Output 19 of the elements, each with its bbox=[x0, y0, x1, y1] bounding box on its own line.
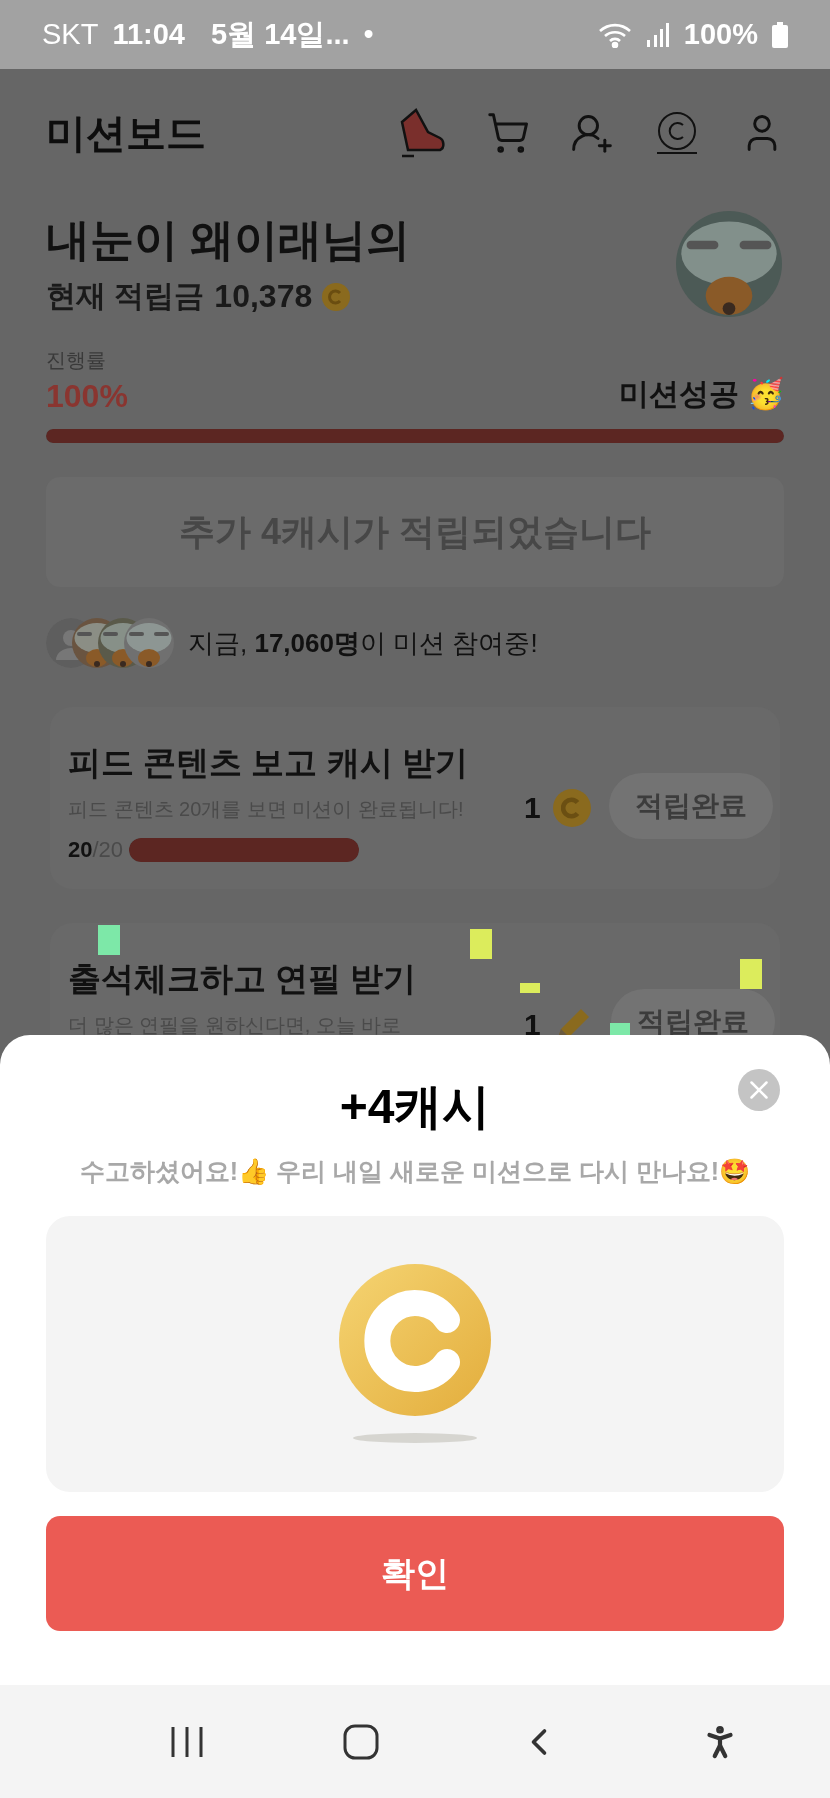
app-title: 미션보드 bbox=[46, 109, 207, 157]
user-name: 내눈이 왜이래님의 bbox=[46, 214, 411, 266]
clock-time: 11:04 bbox=[112, 18, 185, 51]
notification-date: 5월 14일... bbox=[211, 16, 350, 52]
count-done: 20 bbox=[68, 837, 93, 862]
sheet-title: +4캐시 bbox=[339, 1079, 491, 1135]
reward-amount: 1 bbox=[524, 791, 541, 825]
notification-dot: • bbox=[363, 18, 374, 51]
balance-label: 현재 적립금 bbox=[46, 278, 205, 314]
carrier: SKT bbox=[42, 18, 99, 51]
battery-percent: 100% bbox=[683, 18, 758, 51]
mission-title: 출석체크하고 연필 받기 bbox=[68, 959, 418, 999]
mission-status: 미션성공 🥳 bbox=[618, 376, 784, 413]
balance-amount: 10,378 bbox=[214, 278, 313, 315]
participants-text: 지금, 17,060명이 미션 참여중! bbox=[188, 626, 538, 660]
reward-amount: 1 bbox=[524, 1008, 541, 1035]
sheet-message: 수고하셨어요!👍 우리 내일 새로운 미션으로 다시 만나요!🤩 bbox=[79, 1156, 751, 1187]
mission-title: 피드 콘텐츠 보고 캐시 받기 bbox=[68, 743, 469, 783]
confirm-button[interactable]: 확인 bbox=[46, 1516, 784, 1631]
